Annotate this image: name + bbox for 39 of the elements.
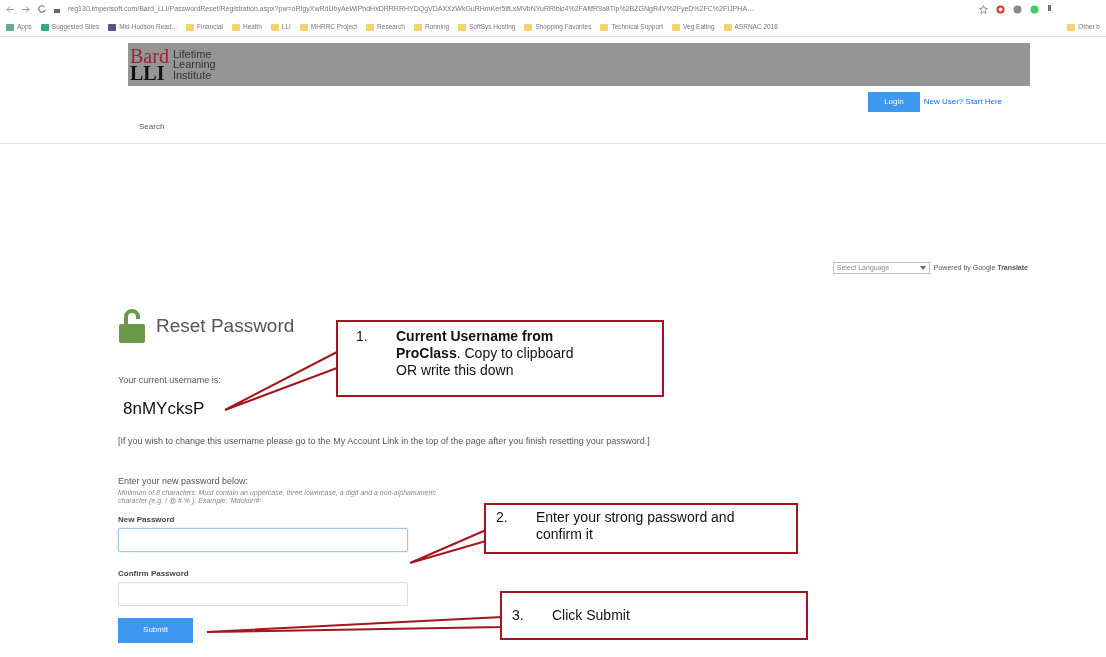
folder-icon <box>1067 23 1076 31</box>
callout-text: Current Username from ProClass. Copy to clipboard OR write this down <box>396 328 575 380</box>
folder-icon <box>186 23 194 31</box>
callout-text: Click Submit <box>552 607 630 624</box>
password-field[interactable] <box>118 581 408 606</box>
reload-icon[interactable] <box>38 5 46 13</box>
callout-number: 1. <box>356 328 369 346</box>
folder-icon <box>108 23 117 31</box>
field-label: New Password <box>118 515 175 524</box>
folder-icon <box>723 23 732 31</box>
search-link[interactable]: Search <box>139 122 165 131</box>
username-label: Your current username is: <box>118 375 221 385</box>
forward-icon[interactable] <box>22 5 30 13</box>
folder-icon <box>299 23 308 31</box>
new-user-link[interactable]: New User? Start Here <box>923 96 1002 108</box>
folder-icon <box>600 23 609 31</box>
callout-number: 3. <box>512 607 525 624</box>
folder-icon <box>270 23 279 31</box>
page-title: Reset Password <box>156 313 295 338</box>
login-button[interactable]: Login <box>868 92 920 112</box>
folder-icon <box>232 23 240 31</box>
caret-icon <box>919 266 926 270</box>
instructions-text: Enter your new password below: <box>118 476 249 486</box>
username-value: 8nMYcksP <box>123 399 205 418</box>
folder-icon <box>40 23 49 31</box>
apps-icon <box>6 23 14 31</box>
back-icon[interactable] <box>6 5 14 13</box>
field-label: Confirm Password <box>118 569 189 578</box>
unlocked-padlock-icon <box>118 308 148 344</box>
folder-icon <box>366 23 375 31</box>
submit-button[interactable]: Submit <box>118 617 193 643</box>
callout-text: Enter your strong password and confirm it <box>536 509 736 544</box>
folder-icon <box>458 23 467 31</box>
folder-icon <box>524 23 533 31</box>
note-text: [If you wish to change this username please go to the My Account Link in the top of the page after you finish resetting your password.] <box>118 436 650 446</box>
folder-icon <box>413 23 422 31</box>
star-icon[interactable] <box>979 4 988 14</box>
folder-icon <box>672 23 681 31</box>
callout-number: 2. <box>496 509 509 527</box>
